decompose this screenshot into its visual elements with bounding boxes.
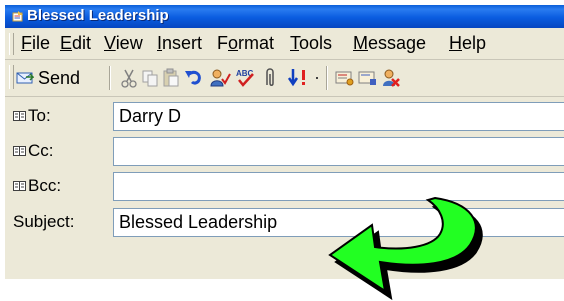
undo-icon (185, 70, 201, 85)
paperclip-icon (266, 68, 274, 86)
paste-icon (163, 68, 179, 87)
priority-dropdown[interactable] (314, 64, 320, 92)
copy-button[interactable] (141, 64, 159, 92)
toolbar-grip[interactable] (9, 65, 14, 89)
priority-button[interactable] (287, 64, 309, 92)
toolbar-separator (109, 66, 111, 90)
chevron-down-icon (316, 77, 318, 79)
menu-help[interactable]: Help (449, 33, 486, 54)
paste-button[interactable] (162, 64, 180, 92)
compose-message-icon (12, 11, 23, 22)
cc-field[interactable] (113, 137, 564, 166)
toolbar-divider (5, 96, 564, 97)
menu-edit[interactable]: Edit (60, 33, 91, 54)
undo-button[interactable] (183, 64, 203, 92)
address-book-icon (13, 146, 26, 156)
menu-file[interactable]: File (21, 33, 50, 54)
compose-window: Blessed Leadership File Edit View Insert… (5, 5, 564, 279)
cc-label[interactable]: Cc: (13, 141, 54, 161)
menu-format[interactable]: Format (217, 33, 274, 54)
spelling-icon: ABC (236, 69, 254, 87)
encrypt-button[interactable] (358, 64, 378, 92)
send-button[interactable]: Send (16, 64, 80, 92)
menu-view[interactable]: View (104, 33, 143, 54)
toolbar: Send ABC (5, 60, 564, 96)
menu-grip[interactable] (9, 33, 14, 55)
toolbar-separator (326, 66, 328, 90)
window-title: Blessed Leadership (27, 7, 169, 24)
menu-tools[interactable]: Tools (290, 33, 332, 54)
offline-icon (383, 69, 400, 87)
send-icon (16, 72, 34, 84)
check-names-button[interactable] (209, 64, 231, 92)
menu-insert[interactable]: Insert (157, 33, 202, 54)
sign-button[interactable] (335, 64, 355, 92)
subject-field[interactable]: Blessed Leadership (113, 208, 564, 237)
address-book-icon (13, 111, 26, 121)
menu-message[interactable]: Message (353, 33, 426, 54)
subject-label: Subject: (13, 212, 75, 231)
to-label[interactable]: To: (13, 106, 51, 126)
attach-button[interactable] (263, 64, 277, 92)
scissors-icon (121, 69, 137, 88)
to-field[interactable]: Darry D (113, 102, 564, 131)
sign-icon (335, 71, 354, 86)
title-bar[interactable]: Blessed Leadership (5, 5, 564, 28)
encrypt-icon (358, 71, 376, 85)
menu-bar: File Edit View Insert Format Tools Messa… (5, 28, 564, 59)
message-header: To: Darry D Cc: Bcc: Subject: Blessed Le… (5, 99, 564, 279)
bcc-label[interactable]: Bcc: (13, 176, 61, 196)
bcc-field[interactable] (113, 172, 564, 201)
check-names-icon (210, 69, 231, 87)
work-offline-button[interactable] (381, 64, 401, 92)
spelling-button[interactable]: ABC (234, 64, 256, 92)
copy-icon (142, 70, 158, 87)
priority-icon (287, 69, 305, 87)
address-book-icon (13, 181, 26, 191)
cut-button[interactable] (120, 64, 138, 92)
